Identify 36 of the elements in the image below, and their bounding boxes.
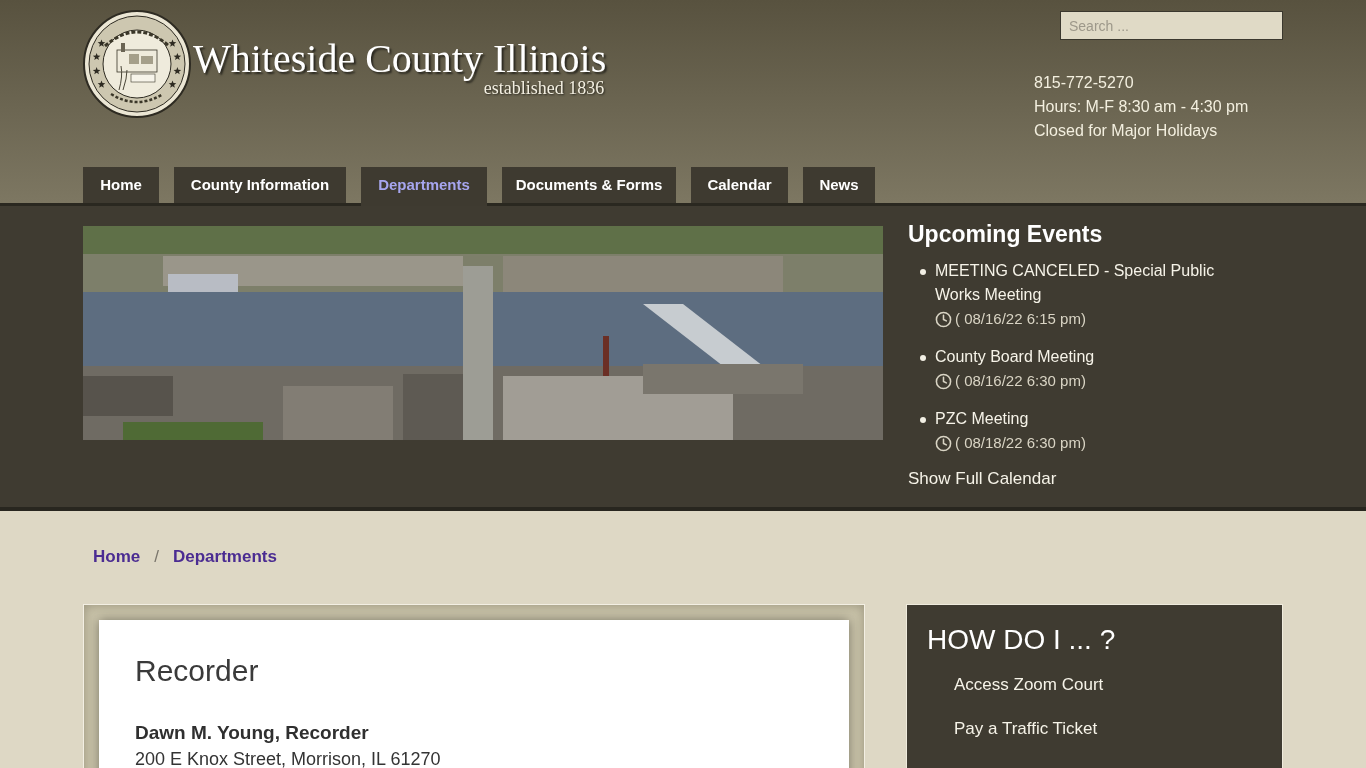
events-heading: Upcoming Events — [908, 220, 1103, 248]
breadcrumb-separator: / — [154, 546, 159, 568]
breadcrumb-link[interactable]: Departments — [172, 545, 277, 569]
nav-tab[interactable]: News — [803, 167, 875, 203]
nav-tab[interactable]: Home — [83, 167, 159, 203]
clock-icon — [935, 372, 952, 390]
contact-info-text: 815-772-5270 — [1034, 73, 1134, 93]
contact-info-text: Hours: M-F 8:30 am - 4:30 pm — [1034, 97, 1249, 117]
nav-tab[interactable]: Documents & Forms — [502, 167, 676, 203]
clock-icon — [935, 434, 952, 452]
bullet-icon — [919, 269, 926, 275]
nav-tab[interactable]: Departments — [361, 167, 487, 206]
event-link[interactable]: County Board Meeting — [935, 345, 1095, 369]
site-title[interactable]: Whiteside County Illinois — [193, 37, 607, 81]
event-link[interactable]: PZC Meeting — [935, 407, 1029, 431]
event-time: ( 08/16/22 6:30 pm) — [955, 371, 1086, 391]
county-seal-logo[interactable] — [83, 10, 191, 118]
nav-tab[interactable]: County Information — [174, 167, 346, 203]
bullet-icon — [919, 417, 926, 423]
sidebar-heading: HOW DO I ... ? — [927, 623, 1116, 657]
bullet-icon — [919, 355, 926, 361]
sidebar-link[interactable]: Access Zoom Court — [954, 673, 1104, 697]
address-text: 200 E Knox Street, Morrison, IL 61270 — [135, 748, 441, 768]
event-time: ( 08/18/22 6:30 pm) — [955, 433, 1086, 453]
site-tagline: established 1836 — [483, 78, 605, 98]
contact-info-text: Closed for Major Holidays — [1034, 121, 1218, 141]
event-time: ( 08/16/22 6:15 pm) — [955, 309, 1086, 329]
search-field[interactable]: Search ... — [1060, 11, 1283, 40]
sidebar-link[interactable]: Pay a Traffic Ticket — [954, 717, 1098, 741]
show-calendar-link[interactable]: Show Full Calendar — [908, 467, 1057, 491]
event-link[interactable]: MEETING CANCELED - Special Public Works Meeting — [935, 259, 1235, 307]
contact-name: Dawn M. Young, Recorder — [135, 721, 369, 745]
clock-icon — [935, 310, 952, 328]
nav-tab[interactable]: Calendar — [691, 167, 788, 203]
page-title: Recorder — [135, 653, 259, 689]
breadcrumb-link[interactable]: Home — [93, 545, 141, 569]
